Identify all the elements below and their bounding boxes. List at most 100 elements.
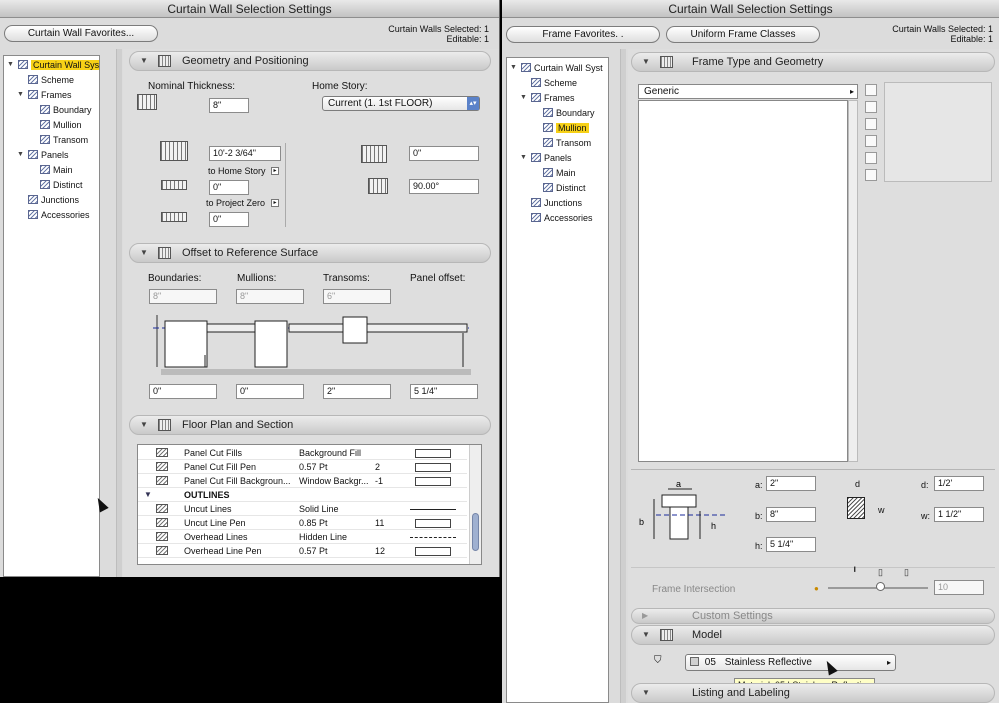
right-offset-input[interactable]: 0": [409, 146, 479, 161]
tree-item-scheme[interactable]: Scheme: [531, 76, 577, 90]
tree-item-mullion[interactable]: Mullion: [543, 121, 589, 135]
table-row[interactable]: Uncut Line Pen 0.85 Pt 11: [138, 516, 467, 530]
tree-item-frames[interactable]: ▼ Frames: [17, 88, 72, 102]
tree-item-transom[interactable]: Transom: [543, 136, 591, 150]
panel-offset-input[interactable]: 5 1/4": [410, 384, 478, 399]
dim-h-input[interactable]: 5 1/4": [766, 537, 816, 552]
frame-type-dropdown[interactable]: Generic ▸: [638, 84, 858, 99]
left-settings-window: Curtain Wall Selection Settings Curtain …: [0, 0, 500, 577]
main-panel-icon: [543, 168, 553, 177]
table-group-row[interactable]: ▼ OUTLINES: [138, 488, 467, 502]
slider-marker-icon: ╹: [852, 567, 858, 577]
uniform-frame-classes-button[interactable]: Uniform Frame Classes: [666, 26, 820, 43]
table-scrollbar[interactable]: [469, 445, 481, 564]
junctions-icon: [28, 195, 38, 204]
pen-swatch[interactable]: [415, 463, 451, 472]
tree-item-main[interactable]: Main: [40, 163, 73, 177]
table-row[interactable]: Overhead Lines Hidden Line: [138, 530, 467, 544]
dim-b-input[interactable]: 8": [766, 507, 816, 522]
main-panel-icon: [40, 165, 50, 174]
expand-triangle-icon: ▼: [520, 94, 527, 101]
tree-item-distinct[interactable]: Distinct: [40, 178, 83, 192]
tree-item-main[interactable]: Main: [543, 166, 576, 180]
favorites-button[interactable]: Curtain Wall Favorites...: [4, 25, 158, 42]
project-zero-offset-input[interactable]: 0": [209, 212, 249, 227]
home-story-select[interactable]: Current (1. 1st FLOOR) ▴▾: [322, 96, 480, 111]
boundaries-offset-input[interactable]: 0": [149, 384, 217, 399]
pen-swatch[interactable]: [415, 547, 451, 556]
tree-item-accessories[interactable]: Accessories: [531, 211, 593, 225]
angle-icon: [368, 178, 388, 194]
frame-style-icon[interactable]: [865, 84, 877, 96]
list-scrollbar[interactable]: [848, 100, 858, 462]
tree-item-boundary[interactable]: Boundary: [543, 106, 595, 120]
model-section-header[interactable]: ▼ Model: [631, 625, 995, 645]
table-row[interactable]: Panel Cut Fill Backgroun... Window Backgr…: [138, 474, 467, 488]
project-zero-popup-icon[interactable]: ▸: [271, 199, 279, 207]
tree-item-scheme[interactable]: Scheme: [28, 73, 74, 87]
floorplan-settings-table: Panel Cut Fills Background Fill Panel Cut…: [137, 444, 482, 565]
floorplan-section-header[interactable]: ▼ Floor Plan and Section: [129, 415, 491, 435]
junctions-icon: [531, 198, 541, 207]
frame-style-icon[interactable]: [865, 118, 877, 130]
dim-h-label: h:: [755, 541, 763, 551]
scrollbar-thumb[interactable]: [472, 513, 479, 551]
to-project-zero-label: to Project Zero: [206, 198, 266, 208]
tree-item-mullion[interactable]: Mullion: [40, 118, 82, 132]
tree-item-root[interactable]: ▼ Curtain Wall Syst: [7, 58, 99, 72]
home-story-popup-icon[interactable]: ▸: [271, 167, 279, 175]
transoms-offset-input[interactable]: 2": [323, 384, 391, 399]
frame-style-icon[interactable]: [865, 169, 877, 181]
frame-style-icon[interactable]: [865, 152, 877, 164]
tree-item-panels[interactable]: ▼ Panels: [17, 148, 69, 162]
fill-swatch[interactable]: [415, 449, 451, 458]
table-row[interactable]: Panel Cut Fills Background Fill: [138, 446, 467, 460]
table-row[interactable]: Overhead Line Pen 0.57 Pt 12: [138, 544, 467, 558]
frame-type-list[interactable]: [638, 100, 848, 462]
offset-section-header[interactable]: ▼ Offset to Reference Surface: [129, 243, 491, 263]
pen-swatch[interactable]: [415, 519, 451, 528]
table-row[interactable]: Uncut Lines Solid Line: [138, 502, 467, 516]
background-swatch[interactable]: [415, 477, 451, 486]
geometry-section-header[interactable]: ▼ Geometry and Positioning: [129, 51, 491, 71]
custom-settings-section-header[interactable]: ▶ Custom Settings: [631, 608, 995, 624]
nominal-thickness-input[interactable]: 8": [209, 98, 249, 113]
curtain-wall-icon: [18, 60, 28, 69]
tree-item-frames[interactable]: ▼ Frames: [520, 91, 575, 105]
frame-intersection-input[interactable]: 10: [934, 580, 984, 595]
tree-item-transom[interactable]: Transom: [40, 133, 88, 147]
frame-type-section-header[interactable]: ▼ Frame Type and Geometry: [631, 52, 995, 72]
frame-preview: [884, 82, 992, 182]
slider-marker-icon: ▯: [904, 567, 909, 577]
tree-item-junctions[interactable]: Junctions: [28, 193, 79, 207]
home-story-offset-input[interactable]: 0": [209, 180, 249, 195]
tree-item-accessories[interactable]: Accessories: [28, 208, 90, 222]
material-select[interactable]: 05 Stainless Reflective ▸: [685, 654, 896, 671]
dim-w-input[interactable]: 1 1/2": [934, 507, 984, 522]
tree-item-junctions[interactable]: Junctions: [531, 196, 582, 210]
listing-section-header[interactable]: ▼ Listing and Labeling: [631, 683, 995, 703]
boundaries-thickness-input[interactable]: 8": [149, 289, 217, 304]
tree-item-panels[interactable]: ▼ Panels: [520, 151, 572, 165]
tree-item-boundary[interactable]: Boundary: [40, 103, 92, 117]
dim-a-input[interactable]: 2": [766, 476, 816, 491]
uncut-lines-icon: [156, 504, 168, 513]
mullions-offset-input[interactable]: 0": [236, 384, 304, 399]
distinct-panel-icon: [40, 180, 50, 189]
table-row[interactable]: Panel Cut Fill Pen 0.57 Pt 2: [138, 460, 467, 474]
mullions-thickness-input[interactable]: 8": [236, 289, 304, 304]
settings-tree: ▼ Curtain Wall Syst Scheme ▼ Frames Bounda…: [3, 55, 100, 577]
frame-style-icon[interactable]: [865, 101, 877, 113]
angle-input[interactable]: 90.00°: [409, 179, 479, 194]
height-input[interactable]: 10'-2 3/64": [209, 146, 281, 161]
divider: [631, 567, 995, 568]
transoms-thickness-input[interactable]: 6": [323, 289, 391, 304]
split-divider[interactable]: [116, 49, 122, 577]
split-divider[interactable]: [620, 49, 626, 703]
tree-item-distinct[interactable]: Distinct: [543, 181, 586, 195]
frame-style-icon[interactable]: [865, 135, 877, 147]
dim-d-input[interactable]: 1/2': [934, 476, 984, 491]
tree-item-root[interactable]: ▼ Curtain Wall Syst: [510, 61, 603, 75]
intersection-slider-thumb[interactable]: [876, 582, 885, 591]
frame-favorites-button[interactable]: Frame Favorites. .: [506, 26, 660, 43]
